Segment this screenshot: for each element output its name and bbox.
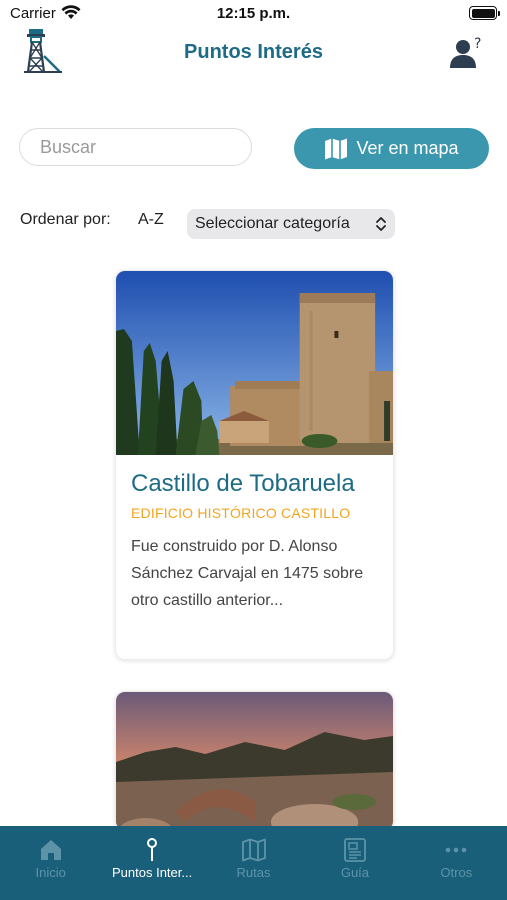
user-help-icon[interactable]: ? (449, 36, 485, 70)
landscape-image (116, 692, 393, 830)
tab-label: Guía (340, 865, 370, 880)
tab-bar: Inicio Puntos Inter... Rutas Guía Otros (0, 826, 507, 900)
tab-label: Otros (440, 865, 473, 880)
card-description: Fue construido por D. Alonso Sánchez Car… (131, 538, 364, 609)
map-icon (325, 138, 348, 159)
category-select[interactable]: Seleccionar categoría (187, 209, 395, 239)
view-map-label: Ver en mapa (356, 138, 459, 158)
battery-icon (469, 6, 500, 20)
tab-inicio[interactable]: Inicio (0, 826, 101, 900)
tab-label: Rutas (236, 865, 271, 880)
tab-otros[interactable]: Otros (406, 826, 507, 900)
status-bar: Carrier 12:15 p.m. (0, 0, 507, 28)
poi-card[interactable] (115, 691, 394, 831)
svg-text:?: ? (474, 36, 481, 52)
map-icon (241, 838, 266, 862)
card-category: EDIFICIO HISTÓRICO CASTILLO (131, 505, 351, 521)
tab-guia[interactable]: Guía (304, 826, 405, 900)
home-icon (40, 840, 61, 860)
castle-image (116, 271, 393, 455)
sort-az-button[interactable]: A-Z (138, 211, 164, 229)
sort-label: Ordenar por: (20, 211, 111, 228)
status-time: 12:15 p.m. (216, 5, 291, 22)
page-title: Puntos Interés (184, 41, 323, 63)
poi-card[interactable]: Castillo de Tobaruela EDIFICIO HISTÓRICO… (115, 270, 394, 660)
tab-rutas[interactable]: Rutas (203, 826, 304, 900)
tab-puntos-interes[interactable]: Puntos Inter... (101, 826, 202, 900)
category-select-label: Seleccionar categoría (195, 215, 350, 232)
tab-label: Puntos Inter... (112, 865, 193, 880)
search-box (19, 128, 252, 166)
view-map-button[interactable]: Ver en mapa (294, 128, 489, 169)
search-input[interactable] (20, 129, 251, 165)
more-icon (446, 847, 467, 853)
chevron-updown-icon (376, 217, 386, 231)
card-title: Castillo de Tobaruela (131, 470, 355, 497)
pin-icon (147, 838, 158, 861)
tab-label: Inicio (35, 865, 66, 880)
guide-icon (344, 838, 366, 862)
header: Puntos Interés ? (0, 28, 507, 78)
